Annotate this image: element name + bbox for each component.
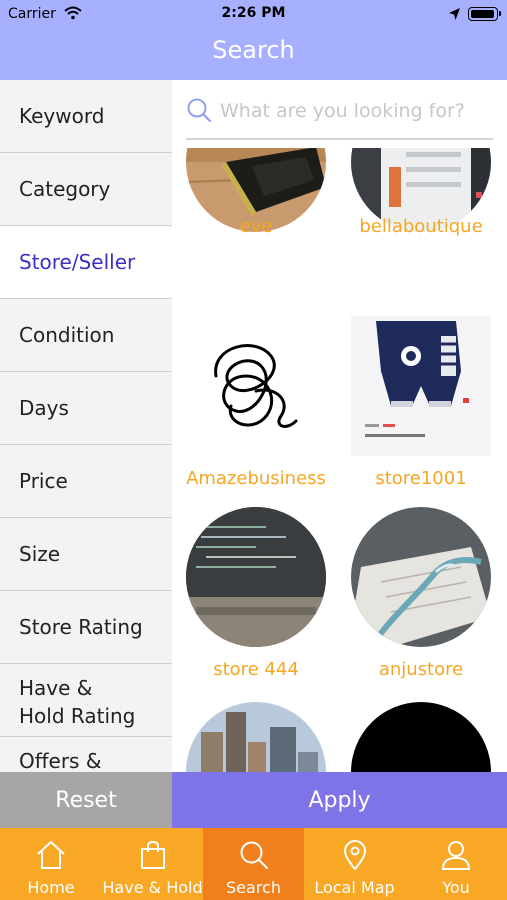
tab-label: Have & Hold — [102, 878, 203, 897]
tab-home[interactable]: Home — [0, 828, 102, 900]
store-card-anjustore[interactable]: anjustore — [337, 507, 497, 703]
store-avatar — [351, 702, 491, 772]
reset-button[interactable]: Reset — [0, 772, 172, 828]
filter-label-line: Hold Rating — [19, 704, 136, 728]
filter-label: Store/Seller — [19, 250, 136, 274]
tab-label: You — [442, 878, 470, 897]
store-avatar — [186, 316, 326, 456]
tab-bar: Home Have & Hold Search Local Map You — [0, 828, 507, 900]
store-avatar — [186, 507, 326, 647]
filter-label: Offers & — [19, 749, 102, 772]
store-card-store1001[interactable]: store1001 — [337, 316, 497, 512]
filter-item-condition[interactable]: Condition — [0, 299, 172, 372]
tab-label: Local Map — [314, 878, 395, 897]
tab-label: Search — [226, 878, 281, 897]
filter-label: Size — [19, 542, 61, 566]
filter-label: Days — [19, 396, 69, 420]
filter-label-line: Have & — [19, 676, 93, 700]
search-underline — [186, 138, 493, 140]
filter-item-days[interactable]: Days — [0, 372, 172, 445]
navigation-bar: Search — [0, 28, 507, 80]
filter-label: Category — [19, 177, 111, 201]
store-grid: eve bellaboutique Amazebusiness store100… — [172, 148, 507, 772]
filter-item-store-seller[interactable]: Store/Seller — [0, 226, 172, 299]
tab-you[interactable]: You — [405, 828, 507, 900]
store-avatar — [351, 316, 491, 456]
filter-sidebar: Keyword Category Store/Seller Condition … — [0, 80, 172, 772]
store-name: store1001 — [375, 468, 467, 489]
apply-button[interactable]: Apply — [172, 772, 507, 828]
user-icon — [441, 828, 471, 874]
tab-have-hold[interactable]: Have & Hold — [102, 828, 203, 900]
status-bar: Carrier 2:26 PM — [0, 0, 507, 28]
filter-item-size[interactable]: Size — [0, 518, 172, 591]
store-card-bellaboutique[interactable]: bellaboutique — [337, 148, 497, 288]
filter-label: Condition — [19, 323, 115, 347]
store-name: store 444 — [213, 659, 299, 680]
filter-item-category[interactable]: Category — [0, 153, 172, 226]
map-pin-icon — [342, 828, 368, 874]
filter-label: Keyword — [19, 104, 105, 128]
filter-label: Have & Hold Rating — [19, 670, 135, 730]
page-title: Search — [212, 36, 295, 64]
search-bar — [172, 80, 507, 148]
tab-search[interactable]: Search — [203, 828, 304, 900]
status-time: 2:26 PM — [221, 5, 286, 21]
store-name: anjustore — [378, 659, 464, 680]
battery-icon — [468, 7, 501, 21]
search-icon — [239, 828, 269, 874]
home-icon — [35, 828, 67, 874]
filter-item-price[interactable]: Price — [0, 445, 172, 518]
tab-local-map[interactable]: Local Map — [304, 828, 405, 900]
store-name: eve — [239, 216, 273, 237]
filter-label: Price — [19, 469, 68, 493]
tab-label: Home — [27, 878, 75, 897]
search-icon — [186, 97, 212, 127]
store-card-store-444[interactable]: store 444 — [172, 507, 332, 703]
search-input[interactable] — [220, 100, 490, 122]
shopping-bag-icon — [139, 828, 167, 874]
store-card[interactable] — [172, 702, 332, 772]
store-name: bellaboutique — [359, 216, 483, 237]
filter-item-have-hold-rating[interactable]: Have & Hold Rating — [0, 664, 172, 737]
store-card[interactable] — [337, 702, 497, 772]
filter-item-store-rating[interactable]: Store Rating — [0, 591, 172, 664]
store-avatar — [351, 507, 491, 647]
store-card-eve[interactable]: eve — [172, 148, 332, 288]
location-arrow-icon — [448, 6, 461, 25]
store-card-amazebusiness[interactable]: Amazebusiness — [172, 316, 332, 512]
filter-item-keyword[interactable]: Keyword — [0, 80, 172, 153]
store-name: Amazebusiness — [186, 468, 326, 489]
store-avatar — [186, 702, 326, 772]
filter-label: Store Rating — [19, 615, 143, 639]
filter-item-offers[interactable]: Offers & — [0, 737, 172, 772]
